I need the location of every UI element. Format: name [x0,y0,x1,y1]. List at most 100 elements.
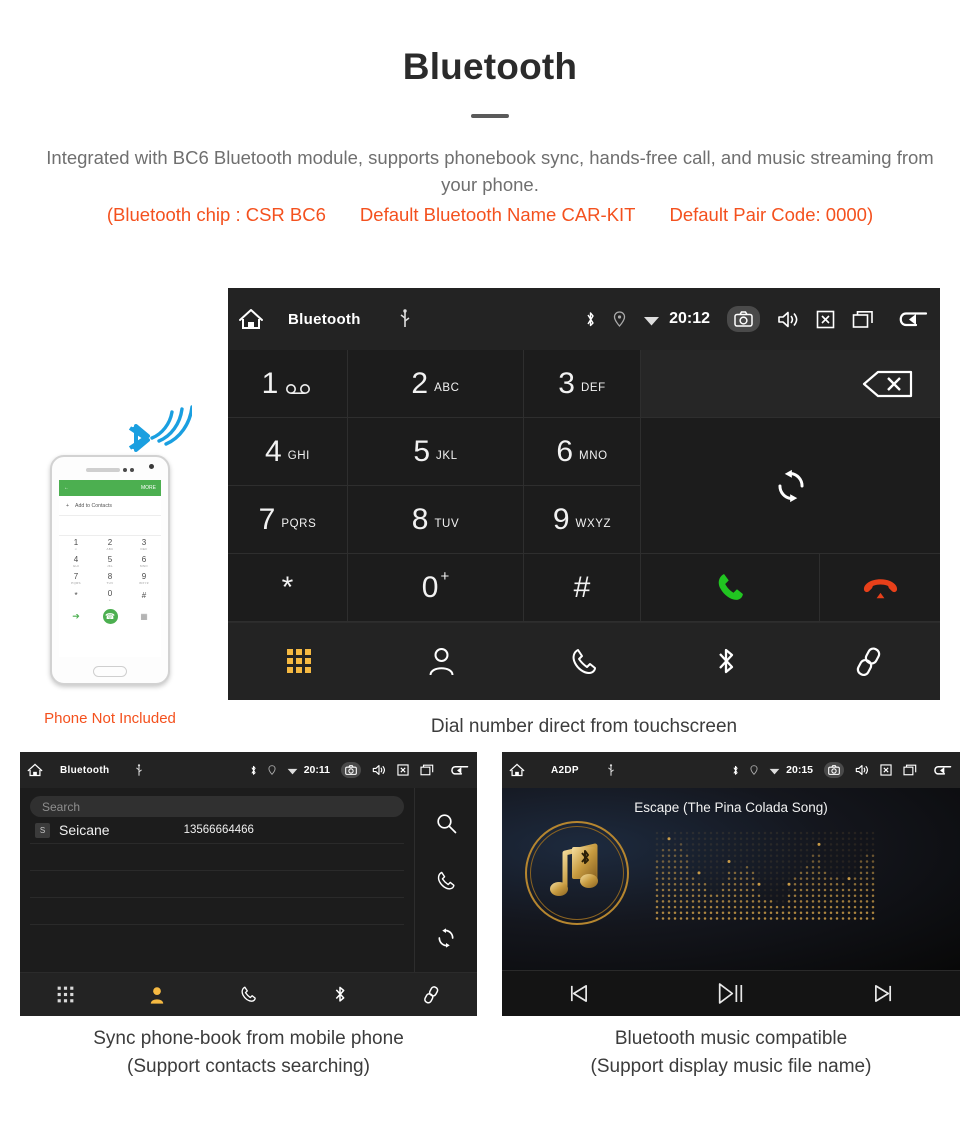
home-icon[interactable] [509,763,525,777]
key-letters: ABC [434,381,460,394]
backspace-button[interactable] [641,350,940,418]
phone-key-digit: 9 [141,571,147,581]
tab-bluetooth[interactable] [333,985,347,1004]
recents-icon[interactable] [852,310,874,329]
location-icon [613,311,626,327]
dialer-keypad: 1 2 ABC 3 DEF 4 GHI 5 JKL 6 MNO 7 PQRS 8 TUV 9 WXYZ * 0 + # [228,350,940,622]
key-hash[interactable]: # [524,554,641,622]
sync-icon[interactable] [436,927,456,948]
key-1[interactable]: 1 [228,350,348,418]
phone-key-2: 2 ABC [93,536,127,553]
phone-key-digit: 0 [107,588,113,598]
location-icon [268,765,276,775]
tab-keypad[interactable] [57,986,74,1003]
key-digit: 6 [556,434,574,468]
key-letters: GHI [287,449,310,462]
phone-key-digit: 6 [141,554,147,564]
home-icon[interactable] [238,308,264,330]
close-box-icon[interactable] [397,764,409,776]
voicemail-icon [278,374,313,394]
key-star[interactable]: * [228,554,348,622]
key-7[interactable]: 7 PQRS [228,486,348,554]
key-5[interactable]: 5 JKL [348,418,524,486]
search-icon[interactable] [436,813,457,834]
bluetooth-wave-icon [128,405,192,452]
key-digit: 0 [421,570,439,604]
key-digit: 4 [265,434,282,468]
contact-number: 13566664466 [183,824,254,836]
close-box-icon[interactable] [816,310,835,329]
contacts-clock: 20:11 [303,764,330,776]
plus-icon: + [66,502,70,509]
volume-icon[interactable] [372,764,386,776]
tab-contacts[interactable] [149,986,165,1004]
key-letters: DEF [580,381,606,394]
music-caption-line2: (Support display music file name) [590,1056,872,1077]
phone-app-header: ← MORE [59,480,161,496]
tab-pair-link[interactable] [855,646,883,677]
contact-row[interactable]: S Seicane 13566664466 [30,817,404,844]
key-letters: TUV [434,517,460,530]
bluetooth-icon [732,765,739,776]
phone-dial-arrow-icon: ➔ [72,610,80,621]
key-2[interactable]: 2 ABC [348,350,524,418]
key-9[interactable]: 9 WXYZ [524,486,641,554]
volume-icon[interactable] [855,764,869,776]
dialer-status-bar: Bluetooth 20:12 [228,288,940,350]
play-pause-icon[interactable] [717,981,744,1006]
next-icon[interactable] [873,983,894,1004]
contacts-list: S Seicane 13566664466 [30,817,404,844]
recents-icon[interactable] [903,764,917,776]
camera-icon[interactable] [727,306,760,332]
key-3[interactable]: 3 DEF [524,350,641,418]
music-caption: Bluetooth music compatible (Support disp… [502,1025,960,1081]
close-box-icon[interactable] [880,764,892,776]
recents-icon[interactable] [420,764,434,776]
tab-bluetooth[interactable] [715,646,737,677]
key-digit: 3 [558,366,575,400]
phone-mockup: ← MORE + Add to Contacts 1 ∞ 2 ABC 3 DEF 4 GHI 5… [50,455,170,685]
key-0[interactable]: 0 + [348,554,524,622]
spec-line: (Bluetooth chip : CSR BC6 Default Blueto… [0,204,980,226]
key-6[interactable]: 6 MNO [524,418,641,486]
call-icon[interactable] [436,871,456,891]
contacts-caption-line2: (Support contacts searching) [127,1056,370,1077]
previous-icon[interactable] [568,983,589,1004]
music-title: A2DP [551,764,579,776]
contacts-side-actions [415,788,477,972]
call-button[interactable] [641,554,820,622]
page-subtitle: Integrated with BC6 Bluetooth module, su… [46,147,934,195]
search-input[interactable]: Search [30,796,404,817]
tab-contacts[interactable] [428,647,455,676]
key-digit: 9 [552,502,570,536]
tab-pair-link[interactable] [423,985,440,1004]
tab-call-log[interactable] [570,648,598,676]
contacts-tab-bar [20,972,477,1016]
key-4[interactable]: 4 GHI [228,418,348,486]
back-icon[interactable] [932,764,953,777]
bluetooth-icon [585,311,596,328]
title-divider [0,114,980,118]
contact-name: Seicane [59,822,110,838]
phone-key-letters: + [108,597,112,602]
sync-button[interactable] [641,418,940,554]
volume-icon[interactable] [777,310,799,329]
phone-key-letters: DEF [140,546,148,551]
contacts-title: Bluetooth [60,764,110,776]
phone-key-9: 9 WXYZ [127,570,161,587]
usb-icon [399,309,411,329]
phone-key-digit: 3 [141,537,147,547]
phone-key-letters: JKL [106,563,114,568]
home-icon[interactable] [27,763,43,777]
phone-home-button [93,666,127,677]
key-8[interactable]: 8 TUV [348,486,524,554]
tab-call-log[interactable] [240,986,257,1003]
hangup-button[interactable] [820,554,940,622]
back-icon[interactable] [896,309,930,330]
camera-icon[interactable] [824,762,844,778]
music-song-title: Escape (The Pina Colada Song) [634,800,828,815]
back-icon[interactable] [449,764,470,777]
contacts-status-bar: Bluetooth 20:11 [20,752,477,788]
tab-keypad[interactable] [286,648,313,675]
camera-icon[interactable] [341,762,361,778]
